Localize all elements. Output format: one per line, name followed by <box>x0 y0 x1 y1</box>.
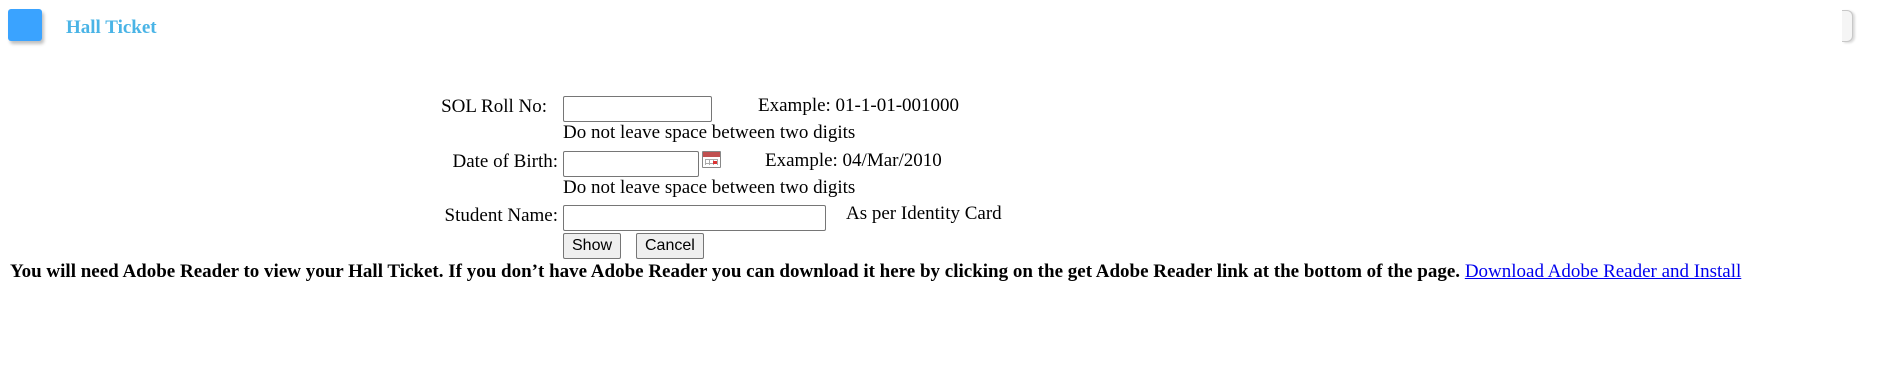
roll-no-input[interactable] <box>563 96 712 122</box>
roll-no-example: Example: 01-1-01-001000 <box>758 95 960 116</box>
dob-hint: Do not leave space between two digits <box>563 177 856 198</box>
dob-label: Date of Birth: <box>452 151 558 172</box>
download-adobe-reader-link[interactable]: Download Adobe Reader and Install <box>1465 261 1741 282</box>
roll-no-hint: Do not leave space between two digits <box>563 122 856 143</box>
calendar-icon[interactable] <box>702 151 721 168</box>
roll-no-label: SOL Roll No: <box>441 96 547 117</box>
page-title: Hall Ticket <box>66 17 157 38</box>
cancel-button[interactable]: Cancel <box>636 233 704 259</box>
adobe-reader-notice: You will need Adobe Reader to view your … <box>10 261 1741 283</box>
student-name-input[interactable] <box>563 205 826 231</box>
student-name-label: Student Name: <box>444 205 558 226</box>
student-name-note: As per Identity Card <box>846 203 1002 224</box>
show-button[interactable]: Show <box>563 233 622 259</box>
dob-input[interactable] <box>563 151 699 177</box>
panel-collapse-handle[interactable] <box>1842 10 1853 42</box>
notice-text: You will need Adobe Reader to view your … <box>10 261 1461 282</box>
app-logo-icon <box>8 9 42 41</box>
dob-example: Example: 04/Mar/2010 <box>765 150 942 171</box>
